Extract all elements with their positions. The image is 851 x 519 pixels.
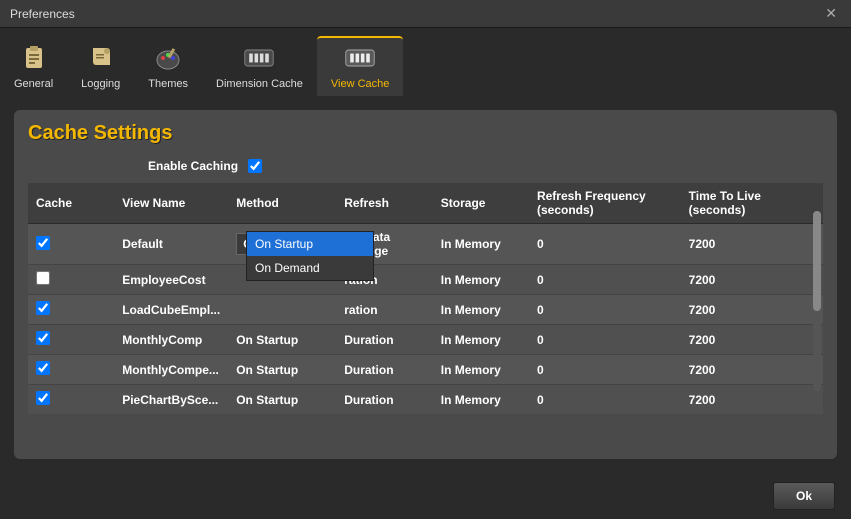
cell-cache xyxy=(28,265,114,295)
cell-storage[interactable]: In Memory xyxy=(433,355,529,385)
col-storage[interactable]: Storage xyxy=(433,183,529,224)
table-row[interactable]: LoadCubeEmpl... rationIn Memory07200 xyxy=(28,295,823,325)
window-title: Preferences xyxy=(10,7,821,21)
tab-dimension-cache[interactable]: Dimension Cache xyxy=(202,36,317,96)
scroll-thumb[interactable] xyxy=(813,211,821,311)
cell-method[interactable]: On Startup xyxy=(228,325,336,355)
cache-table-wrap: Cache View Name Method Refresh Storage R… xyxy=(28,183,823,414)
cell-freq[interactable]: 0 xyxy=(529,295,681,325)
cell-cache xyxy=(28,385,114,415)
cell-refresh[interactable]: ration xyxy=(336,295,433,325)
table-header-row: Cache View Name Method Refresh Storage R… xyxy=(28,183,823,224)
method-dropdown: On Startup On Demand xyxy=(246,231,374,281)
cell-method[interactable]: On Startup xyxy=(228,385,336,415)
cell-view-name: LoadCubeEmpl... xyxy=(114,295,228,325)
tab-themes[interactable]: Themes xyxy=(134,36,202,96)
cell-view-name: MonthlyCompe... xyxy=(114,355,228,385)
table-row[interactable]: PieChartBySce...On StartupDurationIn Mem… xyxy=(28,385,823,415)
cell-ttl[interactable]: 7200 xyxy=(681,355,823,385)
table-row[interactable]: DefaultOn Startup▾On Data ChangeIn Memor… xyxy=(28,224,823,265)
cache-checkbox[interactable] xyxy=(36,361,50,375)
cell-ttl[interactable]: 7200 xyxy=(681,325,823,355)
section-title: Cache Settings xyxy=(28,122,823,145)
cell-cache xyxy=(28,355,114,385)
ok-button[interactable]: Ok xyxy=(773,482,835,510)
cell-freq[interactable]: 0 xyxy=(529,265,681,295)
cache-checkbox[interactable] xyxy=(36,236,50,250)
cell-cache xyxy=(28,295,114,325)
tab-logging[interactable]: Logging xyxy=(67,36,134,96)
cell-storage[interactable]: In Memory xyxy=(433,224,529,265)
cell-method[interactable]: On Startup xyxy=(228,355,336,385)
cell-view-name: MonthlyComp xyxy=(114,325,228,355)
cell-method[interactable] xyxy=(228,295,336,325)
cell-refresh[interactable]: Duration xyxy=(336,325,433,355)
cell-ttl[interactable]: 7200 xyxy=(681,295,823,325)
cache-checkbox[interactable] xyxy=(36,271,50,285)
col-ttl[interactable]: Time To Live (seconds) xyxy=(681,183,823,224)
content-area: Cache Settings Enable Caching Cache View… xyxy=(0,96,851,473)
cache-checkbox[interactable] xyxy=(36,331,50,345)
tab-view-cache[interactable]: View Cache xyxy=(317,36,404,96)
table-row[interactable]: MonthlyCompOn StartupDurationIn Memory07… xyxy=(28,325,823,355)
tab-label: General xyxy=(14,78,53,90)
tab-label: Themes xyxy=(148,78,188,90)
enable-caching-checkbox[interactable] xyxy=(248,159,262,173)
cell-ttl[interactable]: 7200 xyxy=(681,385,823,415)
table-row[interactable]: MonthlyCompe...On StartupDurationIn Memo… xyxy=(28,355,823,385)
col-freq[interactable]: Refresh Frequency (seconds) xyxy=(529,183,681,224)
cell-refresh[interactable]: Duration xyxy=(336,385,433,415)
cell-view-name: PieChartBySce... xyxy=(114,385,228,415)
footer: Ok xyxy=(0,473,851,519)
scrollbar[interactable] xyxy=(813,211,821,391)
cell-storage[interactable]: In Memory xyxy=(433,265,529,295)
cell-cache xyxy=(28,224,114,265)
cache-table: Cache View Name Method Refresh Storage R… xyxy=(28,183,823,414)
cell-freq[interactable]: 0 xyxy=(529,224,681,265)
tab-general[interactable]: General xyxy=(0,36,67,96)
preferences-window: Preferences ✕ General Logging Themes D xyxy=(0,0,851,519)
col-view[interactable]: View Name xyxy=(114,183,228,224)
cell-cache xyxy=(28,325,114,355)
cell-freq[interactable]: 0 xyxy=(529,355,681,385)
cell-freq[interactable]: 0 xyxy=(529,325,681,355)
clipboard-icon xyxy=(18,42,50,74)
col-method[interactable]: Method xyxy=(228,183,336,224)
cache-checkbox[interactable] xyxy=(36,301,50,315)
cache-chip-icon xyxy=(344,42,376,74)
cell-storage[interactable]: In Memory xyxy=(433,385,529,415)
table-row[interactable]: EmployeeCostrationIn Memory07200 xyxy=(28,265,823,295)
col-refresh[interactable]: Refresh xyxy=(336,183,433,224)
dropdown-item-on-startup[interactable]: On Startup xyxy=(247,232,373,256)
tab-label: Dimension Cache xyxy=(216,78,303,90)
tab-label: View Cache xyxy=(331,78,390,90)
cache-checkbox[interactable] xyxy=(36,391,50,405)
cell-storage[interactable]: In Memory xyxy=(433,325,529,355)
col-cache[interactable]: Cache xyxy=(28,183,114,224)
tabbar: General Logging Themes Dimension Cache V… xyxy=(0,28,851,96)
tab-label: Logging xyxy=(81,78,120,90)
cache-chip-icon xyxy=(243,42,275,74)
cell-storage[interactable]: In Memory xyxy=(433,295,529,325)
palette-icon xyxy=(152,42,184,74)
enable-caching-label: Enable Caching xyxy=(148,159,238,173)
cell-view-name: Default xyxy=(114,224,228,265)
titlebar: Preferences ✕ xyxy=(0,0,851,28)
settings-panel: Cache Settings Enable Caching Cache View… xyxy=(14,110,837,459)
cell-freq[interactable]: 0 xyxy=(529,385,681,415)
cell-ttl[interactable]: 7200 xyxy=(681,265,823,295)
close-icon[interactable]: ✕ xyxy=(821,5,841,22)
cell-refresh[interactable]: Duration xyxy=(336,355,433,385)
enable-caching-row: Enable Caching xyxy=(28,159,823,173)
cell-ttl[interactable]: 7200 xyxy=(681,224,823,265)
scroll-icon xyxy=(85,42,117,74)
dropdown-item-on-demand[interactable]: On Demand xyxy=(247,256,373,280)
cell-view-name: EmployeeCost xyxy=(114,265,228,295)
